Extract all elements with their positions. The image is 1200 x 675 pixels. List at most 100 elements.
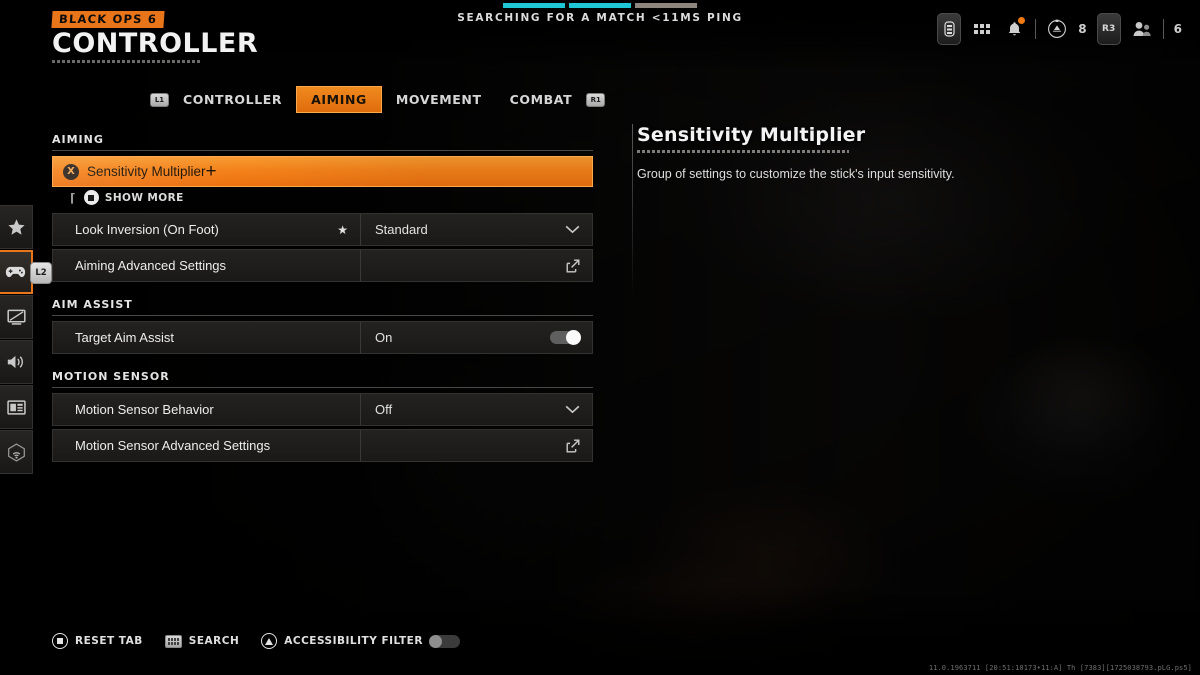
setting-row-target-aim-assist[interactable]: Target Aim Assist On [52,321,593,354]
notification-alert-dot [1018,17,1026,24]
sidebar-item-graphics[interactable] [0,295,33,339]
setting-value-wrap[interactable] [361,250,592,281]
group-header-motion-sensor: MOTION SENSOR [52,370,593,388]
show-more-control[interactable]: ⌈ SHOW MORE [70,190,593,205]
gamepad-icon [5,266,26,278]
sidebar-item-audio[interactable] [0,340,33,384]
tab-next-key-icon[interactable]: R1 [586,92,606,107]
tab-aiming[interactable]: AIMING [296,86,382,113]
setting-row-motion-sensor-advanced-settings[interactable]: Motion Sensor Advanced Settings [52,429,593,462]
setting-label-wrap: X Sensitivity Multiplier [63,163,206,180]
favorite-star-icon[interactable]: ★ [337,223,348,237]
tab-movement[interactable]: MOVEMENT [382,87,496,112]
group-header-aim-assist: AIM ASSIST [52,298,593,316]
external-link-icon[interactable] [566,259,580,273]
battery-key-icon[interactable] [937,13,962,45]
group-header-aiming: AIMING [52,133,593,151]
notifications-bell-icon[interactable] [1003,17,1026,40]
display-icon [6,309,26,325]
show-more-label: SHOW MORE [104,191,184,204]
setting-row-motion-sensor-behavior[interactable]: Motion Sensor Behavior Off [52,393,593,426]
reset-tab-label: RESET TAB [75,635,143,647]
setting-label-wrap: Motion Sensor Behavior [53,394,361,425]
build-version-string: 11.0.1963711 [20:51:10173•11:A] Th [7383… [928,664,1192,672]
setting-label: Sensitivity Multiplier [87,164,206,179]
setting-label: Look Inversion (On Foot) [75,222,219,237]
tab-controller[interactable]: CONTROLLER [169,87,296,112]
tab-combat[interactable]: COMBAT [496,87,587,112]
background-bottom-fade [0,585,1200,675]
game-settings-screen: BLACK OPS 6 CONTROLLER SEARCHING FOR A M… [0,0,1200,675]
square-button-icon [83,190,99,205]
sidebar-item-network[interactable] [0,430,33,474]
setting-row-sensitivity-multiplier[interactable]: X Sensitivity Multiplier + [52,156,593,187]
bottom-action-bar: RESET TAB SEARCH ACCESSIBILITY FILTER [52,633,460,649]
armory-circle-icon[interactable] [1046,18,1068,40]
setting-value-wrap[interactable]: On [361,322,592,353]
setting-label-wrap: Aiming Advanced Settings [53,250,361,281]
header-divider [1035,19,1037,39]
category-rail: L2 [0,205,52,475]
detail-pane: Sensitivity Multiplier Group of settings… [637,124,1117,183]
setting-row-aiming-advanced-settings[interactable]: Aiming Advanced Settings [52,249,593,282]
title-underline [52,60,200,63]
accessibility-filter-toggle[interactable] [428,634,460,648]
toggle-switch[interactable] [550,330,581,345]
search-button[interactable]: SEARCH [164,634,240,648]
star-icon [7,218,25,235]
chevron-down-icon[interactable] [565,405,580,414]
rail-tooltip-l2: L2 [30,262,52,284]
progress-segment [569,3,631,8]
header-divider [1162,19,1164,39]
r3-key-icon[interactable]: R3 [1096,13,1121,45]
search-label: SEARCH [188,635,240,647]
friends-count: 6 [1173,22,1182,36]
setting-value: On [375,330,393,345]
keyboard-icon [164,634,182,648]
expand-plus-icon[interactable]: + [206,162,217,181]
detail-title-underline [637,150,849,153]
accessibility-filter-button[interactable]: ACCESSIBILITY FILTER [261,633,460,649]
triangle-button-icon [261,633,278,649]
setting-value-wrap[interactable] [361,430,592,461]
x-button-icon: X [63,163,79,180]
sidebar-item-interface[interactable] [0,385,33,429]
reset-tab-button[interactable]: RESET TAB [52,633,143,649]
progress-segment [503,3,565,8]
setting-row-look-inversion[interactable]: Look Inversion (On Foot) ★ Standard [52,213,593,246]
detail-divider [632,124,633,296]
tab-prev-key-icon[interactable]: L1 [150,92,169,107]
header-actions: 8 R3 6 [937,12,1182,46]
grid-menu-icon[interactable] [971,18,993,40]
setting-label: Motion Sensor Advanced Settings [75,438,271,453]
detail-title: Sensitivity Multiplier [637,124,866,146]
setting-value-wrap[interactable]: Standard [361,214,592,245]
setting-label: Aiming Advanced Settings [75,258,227,273]
chevron-down-icon[interactable] [565,225,580,234]
sidebar-item-controller[interactable]: L2 [0,250,52,294]
setting-label-wrap: Motion Sensor Advanced Settings [53,430,361,461]
armory-count: 8 [1078,22,1087,36]
network-icon [7,442,25,462]
page-title: CONTROLLER [52,28,259,59]
setting-value-wrap[interactable]: Off [361,394,592,425]
friends-icon[interactable] [1131,18,1153,40]
settings-panel: AIMING X Sensitivity Multiplier + ⌈ SHOW… [52,133,593,465]
tree-corner-icon: ⌈ [70,190,76,205]
setting-label-wrap: Look Inversion (On Foot) ★ [53,214,361,245]
tab-bar: L1 CONTROLLER AIMING MOVEMENT COMBAT R1 [150,86,606,113]
sidebar-item-favorites[interactable] [0,205,33,249]
external-link-icon[interactable] [566,439,580,453]
detail-description: Group of settings to customize the stick… [637,167,955,181]
square-button-icon [52,633,68,649]
matchmaking-progress [0,3,1200,8]
setting-label: Motion Sensor Behavior [75,402,214,417]
progress-segment [635,3,697,8]
interface-icon [6,399,26,415]
setting-label-wrap: Target Aim Assist [53,322,361,353]
accessibility-filter-label: ACCESSIBILITY FILTER [284,635,423,647]
speaker-icon [7,355,23,369]
setting-value: Off [375,402,393,417]
setting-value: Standard [375,222,428,237]
setting-label: Target Aim Assist [75,330,174,345]
